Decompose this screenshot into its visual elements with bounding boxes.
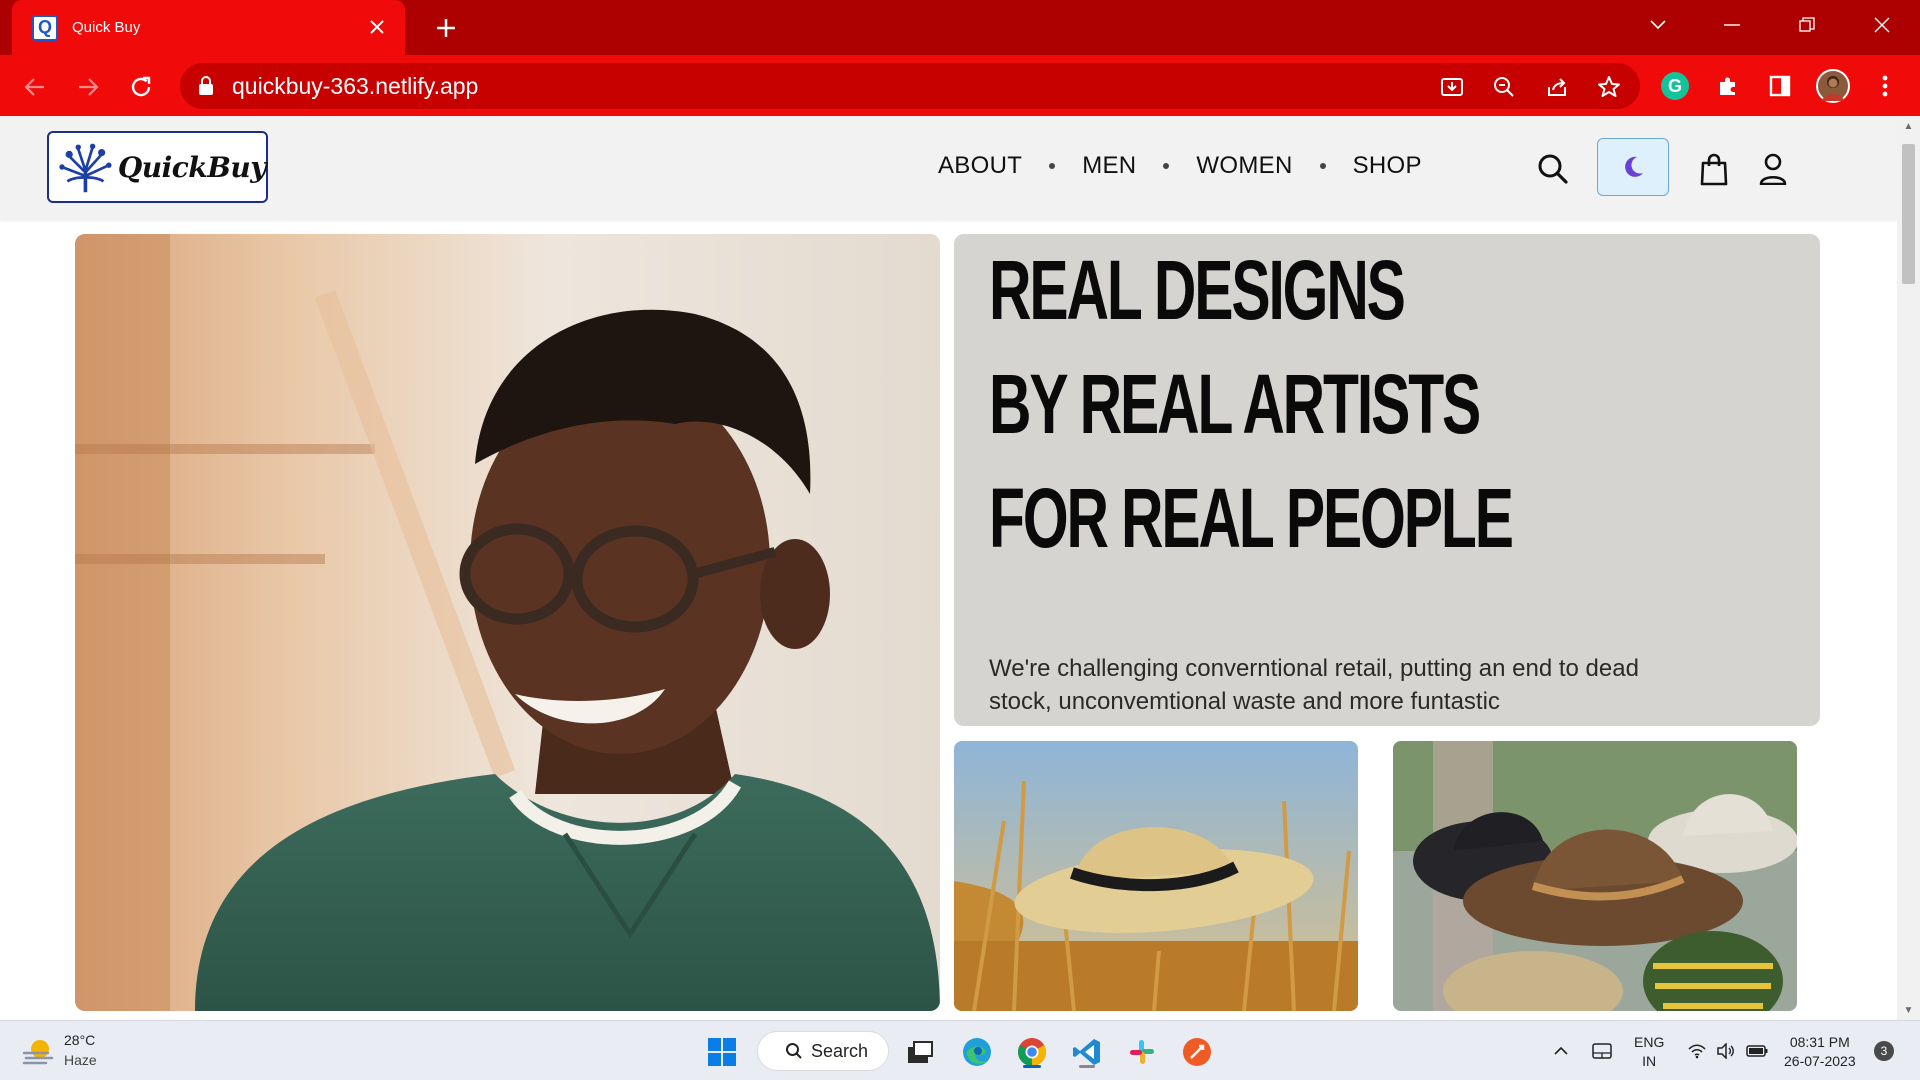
url-text: quickbuy-363.netlify.app <box>232 73 479 99</box>
search-icon <box>786 1043 802 1059</box>
install-app-icon[interactable] <box>1437 72 1467 102</box>
nav-separator <box>1049 163 1056 169</box>
search-icon[interactable] <box>1534 150 1572 188</box>
running-indicator <box>1023 1065 1041 1068</box>
nav-women[interactable]: WOMEN <box>1196 152 1292 180</box>
slack-icon[interactable] <box>1123 1033 1161 1071</box>
new-tab-button[interactable] <box>428 10 464 46</box>
taskbar-search-label: Search <box>811 1040 869 1061</box>
system-clock[interactable]: 08:31 PM 26-07-2023 <box>1784 1033 1856 1071</box>
theme-toggle-button[interactable] <box>1597 138 1669 196</box>
profile-avatar[interactable] <box>1816 69 1850 103</box>
page-scrollbar[interactable]: ▲ ▼ <box>1897 116 1920 1020</box>
notification-count-badge[interactable]: 3 <box>1874 1041 1894 1061</box>
web-page: QuickBuy ABOUT MEN WOMEN SHOP REAL DESIG… <box>0 116 1897 1020</box>
browser-toolbar: quickbuy-363.netlify.app G <box>0 55 1920 116</box>
main-nav: ABOUT MEN WOMEN SHOP <box>938 152 1422 180</box>
close-window-icon[interactable] <box>1862 8 1902 42</box>
weather-temperature: 28°C <box>64 1032 96 1048</box>
hero-text-card: REAL DESIGNS BY REAL ARTISTS FOR REAL PE… <box>954 234 1820 726</box>
volume-icon[interactable] <box>1713 1021 1739 1080</box>
touchpad-icon[interactable] <box>1588 1021 1616 1080</box>
hero-headline-line2: BY REAL ARTISTS <box>989 357 1481 451</box>
nav-separator <box>1163 163 1170 169</box>
postman-icon[interactable] <box>1178 1033 1216 1071</box>
hero-headline-line1: REAL DESIGNS <box>989 243 1406 337</box>
scrollbar-thumb[interactable] <box>1902 144 1915 284</box>
minimize-icon[interactable] <box>1712 8 1752 42</box>
restore-icon[interactable] <box>1787 8 1827 42</box>
browser-menu-icon[interactable] <box>1868 69 1902 103</box>
nav-shop[interactable]: SHOP <box>1353 152 1422 180</box>
product-image-straw-hat[interactable] <box>954 741 1358 1011</box>
bookmark-star-icon[interactable] <box>1594 72 1624 102</box>
language-code: ENG <box>1634 1034 1665 1050</box>
forward-arrow-icon[interactable] <box>71 70 105 104</box>
scroll-up-arrow-icon[interactable]: ▲ <box>1897 116 1920 136</box>
task-view-icon[interactable] <box>901 1033 939 1071</box>
site-header: QuickBuy ABOUT MEN WOMEN SHOP <box>0 116 1897 220</box>
running-indicator <box>1079 1065 1095 1068</box>
grammarly-extension-icon[interactable]: G <box>1661 72 1689 100</box>
taskbar-search-box[interactable]: Search <box>757 1031 889 1071</box>
site-favicon-icon: Q <box>32 14 58 41</box>
browser-tab-bar: Q Quick Buy <box>0 0 1920 55</box>
clock-time: 08:31 PM <box>1789 1034 1850 1050</box>
input-language[interactable]: ENG IN <box>1634 1033 1664 1071</box>
wifi-icon[interactable] <box>1684 1021 1710 1080</box>
close-tab-icon[interactable] <box>363 13 391 41</box>
weather-description: Haze <box>64 1052 97 1068</box>
shopping-bag-icon[interactable] <box>1695 150 1733 188</box>
chrome-browser-icon[interactable] <box>1013 1033 1051 1071</box>
extensions-puzzle-icon[interactable] <box>1711 69 1745 103</box>
lock-icon <box>199 76 213 95</box>
nav-separator <box>1319 163 1326 169</box>
os-taskbar: 28°C Haze Search ENG IN 08:31 PM 26-07-2… <box>0 1020 1920 1080</box>
nav-men[interactable]: MEN <box>1082 152 1136 180</box>
windows-start-icon[interactable] <box>703 1033 741 1071</box>
battery-icon[interactable] <box>1743 1021 1771 1080</box>
vscode-icon[interactable] <box>1068 1033 1106 1071</box>
show-hidden-icons-chevron-icon[interactable] <box>1548 1021 1574 1080</box>
site-logo[interactable]: QuickBuy <box>47 131 268 203</box>
weather-haze-icon[interactable] <box>22 1037 54 1065</box>
logo-text: QuickBuy <box>117 150 267 184</box>
nav-about[interactable]: ABOUT <box>938 152 1022 180</box>
user-account-icon[interactable] <box>1754 150 1792 188</box>
share-icon[interactable] <box>1542 72 1572 102</box>
clock-date: 26-07-2023 <box>1784 1053 1856 1069</box>
moon-icon <box>1625 156 1643 177</box>
hero-headline-line3: FOR REAL PEOPLE <box>989 471 1514 565</box>
hero-tagline: We're challenging converntional retail, … <box>989 655 1639 715</box>
tab-title: Quick Buy <box>72 19 141 36</box>
zoom-out-icon[interactable] <box>1489 72 1519 102</box>
address-bar[interactable]: quickbuy-363.netlify.app <box>180 63 1640 109</box>
scroll-down-arrow-icon[interactable]: ▼ <box>1897 1000 1920 1020</box>
back-arrow-icon[interactable] <box>18 70 52 104</box>
logo-tree-icon <box>59 143 112 193</box>
browser-tab[interactable]: Q Quick Buy <box>12 0 405 55</box>
hero-model-image[interactable] <box>75 234 940 1011</box>
product-image-felt-hats[interactable] <box>1393 741 1797 1011</box>
tab-search-icon[interactable] <box>1638 8 1678 42</box>
region-code: IN <box>1642 1053 1657 1069</box>
reload-icon[interactable] <box>124 70 158 104</box>
edge-browser-icon[interactable] <box>958 1033 996 1071</box>
side-panel-icon[interactable] <box>1763 69 1797 103</box>
